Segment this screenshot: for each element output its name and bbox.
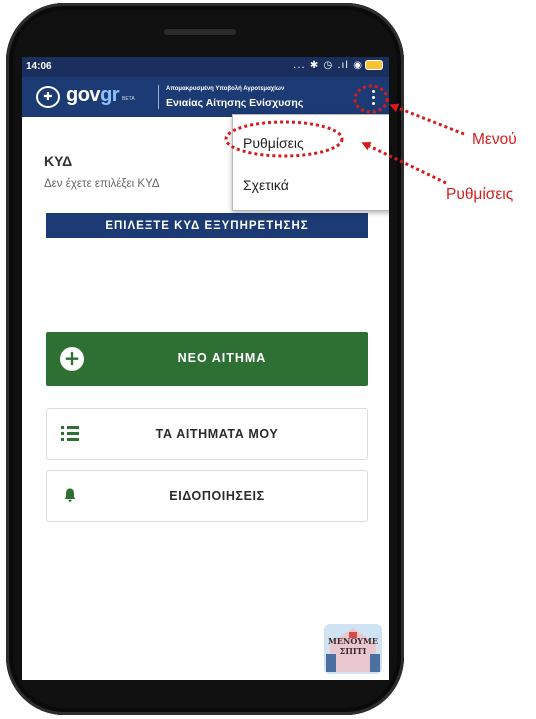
battery-icon [365,60,383,70]
more-vert-icon-dot [371,95,375,99]
govgr-logo: govgr [66,84,120,107]
stay-home-line1: ΜΕΝΟΥΜΕ [328,636,378,646]
notifications-label: ΕΙΔΟΠΟΙΗΣΕΙΣ [169,489,265,503]
overflow-menu-button[interactable] [366,87,380,107]
more-vert-icon-dot [371,89,375,93]
phone-frame: 14:06 ... ✱ ◷ .ıl ◉ ✚ govgr BETA Απομακρ… [6,3,404,715]
select-kyd-button[interactable]: ΕΠΙΛΕΞΤΕ ΚΥΔ ΕΞΥΠΗΡΕΤΗΣΗΣ [46,213,368,238]
overflow-menu: Ρυθμίσεις Σχετικά [232,114,389,211]
app-bar-divider [158,85,159,109]
stay-home-line2: ΣΠΙΤΙ [339,646,367,656]
menu-item-settings[interactable]: Ρυθμίσεις [243,135,304,151]
my-requests-label: ΤΑ ΑΙΤΗΜΑΤΑ ΜΟΥ [155,427,279,441]
my-requests-button[interactable]: ΤΑ ΑΙΤΗΜΑΤΑ ΜΟΥ [46,408,368,460]
logo-accent: gr [100,84,120,106]
app-title: Ενιαίας Αίτησης Ενίσχυσης [166,97,304,109]
logo-main: gov [66,84,101,106]
kyd-title: ΚΥΔ [44,153,73,169]
phone-screen: 14:06 ... ✱ ◷ .ıl ◉ ✚ govgr BETA Απομακρ… [22,57,389,680]
status-icons-text: ... ✱ ◷ .ıl ◉ [293,60,363,71]
greek-emblem-icon: ✚ [36,86,60,108]
new-request-label: ΝΕΟ ΑΙΤΗΜΑ [177,351,267,365]
status-icons: ... ✱ ◷ .ıl ◉ [293,60,383,71]
phone-speaker [164,29,236,35]
notifications-button[interactable]: ΕΙΔΟΠΟΙΗΣΕΙΣ [46,470,368,522]
app-bar: ✚ govgr BETA Απομακρυσμένη Υποβολή Αγροτ… [22,77,389,117]
settings-annotation-label: Ρυθμίσεις [446,186,514,203]
stay-home-text: ΜΕΝΟΥΜΕ ΣΠΙΤΙ [324,636,382,656]
menu-annotation-label: Μενού [472,131,517,148]
app-subtitle-small: Απομακρυσμένη Υποβολή Αγροτεμαχίων [166,86,285,92]
status-time: 14:06 [26,61,52,72]
logo-beta-badge: BETA [122,96,135,102]
more-vert-icon-dot [371,101,375,105]
status-bar: 14:06 ... ✱ ◷ .ıl ◉ [22,57,389,77]
kyd-subtitle: Δεν έχετε επιλέξει ΚΥΔ [44,178,160,190]
stay-home-badge: ΜΕΝΟΥΜΕ ΣΠΙΤΙ [322,620,384,674]
menu-item-about[interactable]: Σχετικά [243,177,289,193]
new-request-button[interactable]: + ΝΕΟ ΑΙΤΗΜΑ [46,332,368,386]
